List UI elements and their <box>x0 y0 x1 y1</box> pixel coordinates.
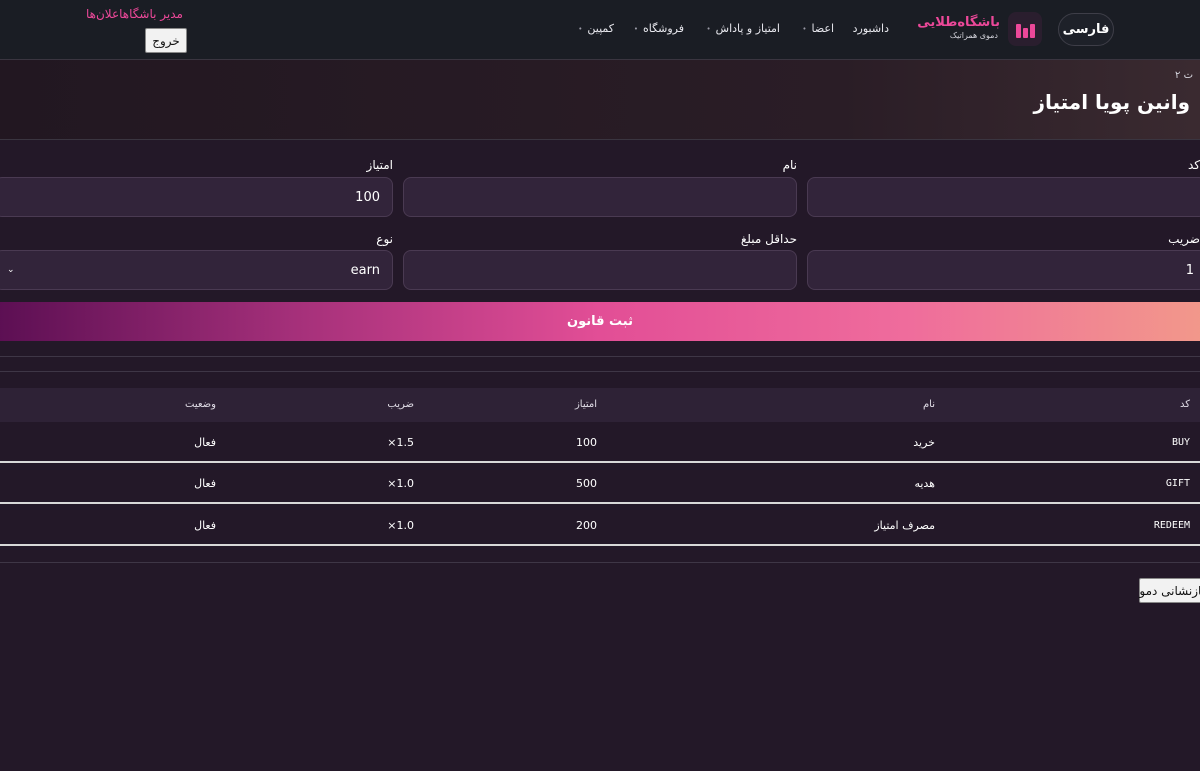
divider <box>0 356 1200 357</box>
brand-logo-icon <box>1008 12 1042 46</box>
nav-shop-label: فروشگاه <box>642 22 684 35</box>
cell-code: GIFT <box>1165 478 1190 489</box>
cell-multiplier: 1.5× <box>387 436 414 449</box>
brand-title: باشگاه‌طلایی <box>917 15 1000 30</box>
min-amount-field[interactable] <box>403 250 797 290</box>
cell-status: فعال <box>194 519 216 532</box>
divider <box>0 371 1200 372</box>
nav-campaign-label: کمپین <box>587 22 614 35</box>
name-label: نام <box>782 158 797 172</box>
code-label: کد <box>1187 158 1200 172</box>
header-user-area: مدیر باشگاهاعلان‌ها <box>86 7 183 21</box>
cell-points: 200 <box>576 519 597 532</box>
nav-shop[interactable]: فروشگاه • <box>634 22 684 35</box>
nav-members-label: اعضا <box>811 22 834 35</box>
submit-rule-button[interactable]: ثبت قانون <box>0 302 1200 341</box>
cell-name: هدیه <box>914 477 935 490</box>
cell-status: فعال <box>194 477 216 490</box>
cell-multiplier: 1.0× <box>387 519 414 532</box>
brand-subtitle: دموی همراتیک <box>949 31 998 40</box>
chevron-down-icon: ⌄ <box>7 265 15 275</box>
cell-code: REDEEM <box>1153 520 1190 531</box>
col-points: امتیاز <box>574 399 597 410</box>
type-select[interactable]: earn ⌄ <box>0 250 393 290</box>
table-header: کد نام امتیاز ضریب وضعیت <box>0 388 1200 422</box>
divider <box>0 562 1200 563</box>
nav-campaign[interactable]: کمپین • <box>578 22 614 35</box>
table-row[interactable]: BUY خرید 100 1.5× فعال <box>0 422 1200 463</box>
chevron-down-icon: • <box>706 24 711 33</box>
page-hero: ت ۲ وانین پویا امتیاز <box>0 60 1200 140</box>
demo-reset-button[interactable]: بازنشانی دمو <box>1139 578 1200 603</box>
cell-code: BUY <box>1171 437 1190 448</box>
code-field[interactable] <box>807 177 1200 217</box>
multiplier-label: ضریب <box>1168 232 1200 246</box>
col-code: کد <box>1179 399 1190 410</box>
chevron-down-icon: • <box>633 24 638 33</box>
table-row[interactable]: GIFT هدیه 500 1.0× فعال <box>0 463 1200 504</box>
type-select-value: earn <box>350 262 380 278</box>
language-button[interactable]: فارسی <box>1058 13 1114 46</box>
admin-label: مدیر باشگاه <box>122 7 183 21</box>
name-field[interactable] <box>403 177 797 217</box>
min-amount-label: حداقل مبلغ <box>740 232 797 246</box>
logout-button[interactable]: خروج <box>145 28 187 53</box>
cell-points: 100 <box>576 436 597 449</box>
nav-dashboard-label: داشبورد <box>852 22 889 35</box>
type-label: نوع <box>376 232 393 246</box>
page-title: وانین پویا امتیاز <box>1033 90 1190 114</box>
cell-name: خرید <box>913 436 935 449</box>
col-name: نام <box>922 399 935 410</box>
chevron-down-icon: • <box>802 24 807 33</box>
announcements-link[interactable]: اعلان‌ها <box>86 7 123 21</box>
breadcrumb: ت ۲ <box>1175 70 1193 81</box>
col-multiplier: ضریب <box>387 399 414 410</box>
nav-members[interactable]: اعضا • <box>802 22 834 35</box>
cell-name: مصرف امتیاز <box>874 519 935 532</box>
cell-points: 500 <box>576 477 597 490</box>
multiplier-field[interactable]: 1 <box>807 250 1200 290</box>
nav-points-rewards[interactable]: امتیاز و پاداش • <box>707 22 781 35</box>
table-row[interactable]: REDEEM مصرف امتیاز 200 1.0× فعال <box>0 505 1200 546</box>
cell-status: فعال <box>194 436 216 449</box>
cell-multiplier: 1.0× <box>387 477 414 490</box>
chevron-down-icon: • <box>578 24 583 33</box>
col-status: وضعیت <box>185 399 216 410</box>
points-field[interactable]: 100 <box>0 177 393 217</box>
top-header: فارسی باشگاه‌طلایی دموی همراتیک داشبورد … <box>0 0 1200 60</box>
nav-dashboard[interactable]: داشبورد <box>853 22 889 35</box>
points-label: امتیاز <box>366 158 393 172</box>
nav-points-rewards-label: امتیاز و پاداش <box>715 22 780 35</box>
